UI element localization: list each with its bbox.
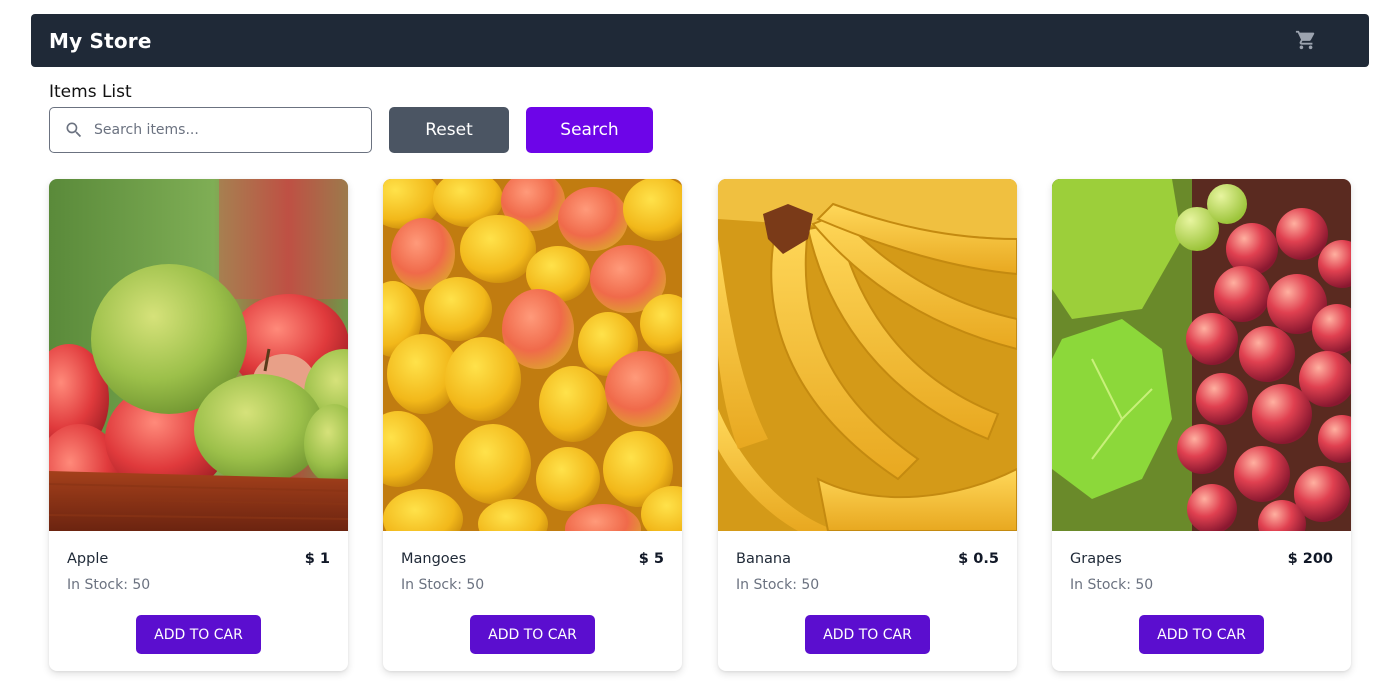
product-card: Banana $ 0.5 In Stock: 50 ADD TO CAR [718,179,1017,671]
product-name: Grapes [1070,551,1122,567]
search-box[interactable] [49,107,372,153]
top-navbar: My Store [31,14,1369,67]
add-to-cart-button[interactable]: ADD TO CAR [805,615,930,654]
search-icon [64,120,84,140]
product-price: $ 5 [638,551,664,567]
search-input[interactable] [94,108,371,152]
reset-button[interactable]: Reset [389,107,509,153]
add-to-cart-button[interactable]: ADD TO CAR [1139,615,1264,654]
product-name: Banana [736,551,791,567]
banana-photo [718,179,1017,531]
product-stock: In Stock: 50 [736,577,820,593]
product-stock: In Stock: 50 [1070,577,1154,593]
product-price: $ 200 [1287,551,1333,567]
add-to-cart-button[interactable]: ADD TO CAR [470,615,595,654]
add-to-cart-button[interactable]: ADD TO CAR [136,615,261,654]
product-card: Mangoes $ 5 In Stock: 50 ADD TO CAR [383,179,682,671]
product-card: Apple $ 1 In Stock: 50 ADD TO CAR [49,179,348,671]
product-name: Mangoes [401,551,467,567]
shopping-cart-icon[interactable] [1294,28,1318,52]
grapes-photo [1052,179,1351,531]
items-list-heading: Items List [49,82,132,102]
mangoes-photo [383,179,682,531]
search-button[interactable]: Search [526,107,653,153]
product-name: Apple [67,551,109,567]
product-price: $ 0.5 [958,551,999,567]
brand-title[interactable]: My Store [49,29,152,53]
product-card: Grapes $ 200 In Stock: 50 ADD TO CAR [1052,179,1351,671]
product-stock: In Stock: 50 [401,577,485,593]
product-price: $ 1 [304,551,330,567]
product-stock: In Stock: 50 [67,577,151,593]
apple-photo [49,179,348,531]
